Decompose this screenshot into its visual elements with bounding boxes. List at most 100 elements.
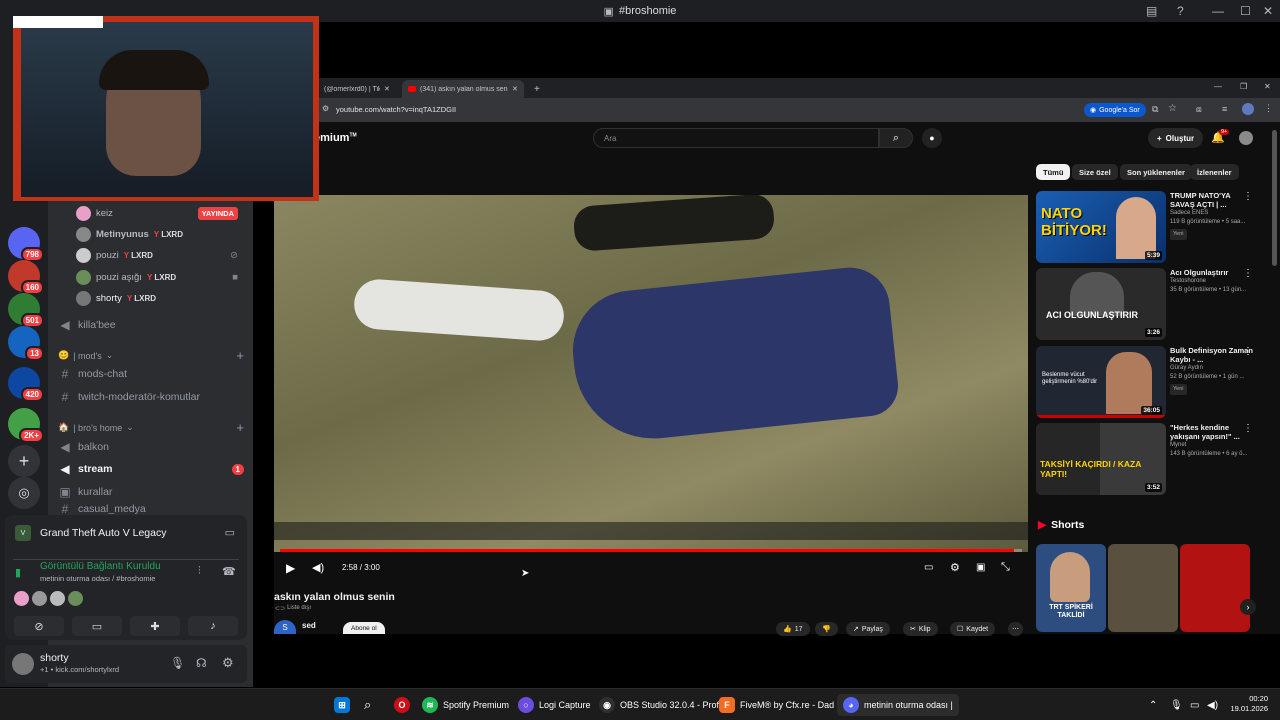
channel-name[interactable]: sed bbox=[302, 621, 316, 630]
site-info-icon[interactable]: ⚙ bbox=[322, 104, 329, 113]
clip-button[interactable]: ✂ Klip bbox=[903, 622, 938, 636]
channel-mods-chat[interactable]: # mods-chat bbox=[58, 364, 248, 384]
channel-casual[interactable]: # casual_medya bbox=[58, 504, 248, 514]
play-button[interactable]: ▶ bbox=[286, 561, 295, 575]
create-button[interactable]: + Oluştur bbox=[1148, 128, 1204, 148]
volume-icon[interactable]: ◀) bbox=[1207, 697, 1218, 713]
close-icon[interactable]: ✕ bbox=[1264, 82, 1271, 91]
google-ask-button[interactable]: ◉ Google'a Sor bbox=[1084, 103, 1146, 117]
noise-suppression-icon[interactable]: ⫶ bbox=[198, 565, 201, 578]
more-icon[interactable]: ⋮ bbox=[1243, 268, 1253, 279]
short-thumbnail[interactable] bbox=[1180, 544, 1250, 632]
tab-youtube[interactable]: (341) askın yalan olmus senin ✕ bbox=[402, 80, 524, 98]
more-icon[interactable]: ⋮ bbox=[1243, 191, 1253, 202]
more-icon[interactable]: ⋮ bbox=[1243, 346, 1253, 357]
avatar[interactable] bbox=[12, 653, 34, 675]
chip-for-you[interactable]: Size özel bbox=[1072, 164, 1118, 180]
username[interactable]: shorty bbox=[40, 652, 69, 664]
maximize-icon[interactable]: ❐ bbox=[1240, 82, 1247, 91]
recommendation-thumbnail[interactable]: ACI OLGUNLAŞTIRIR 3:26 bbox=[1036, 268, 1166, 340]
voice-user[interactable]: shorty Y LXRD bbox=[76, 288, 246, 308]
taskbar-discord[interactable]: ◕ metinin oturma odası | bbox=[837, 694, 959, 716]
minimize-icon[interactable]: — bbox=[1214, 82, 1222, 91]
show-hidden-icons[interactable]: ⌃ bbox=[1149, 697, 1157, 713]
opera-button[interactable]: O bbox=[394, 697, 410, 713]
server-icon[interactable]: 501 bbox=[8, 293, 44, 328]
channel-balkon[interactable]: ◀ balkon bbox=[58, 437, 248, 457]
youtube-logo[interactable]: emiumTM bbox=[314, 132, 357, 144]
screenshare-icon[interactable]: ▭ bbox=[225, 526, 235, 539]
bookmark-star-icon[interactable]: ☆ bbox=[1168, 103, 1177, 114]
profile-avatar[interactable] bbox=[1242, 103, 1254, 115]
like-button[interactable]: 👍 17 bbox=[776, 622, 810, 636]
close-icon[interactable]: ✕ bbox=[1263, 4, 1273, 18]
add-server-icon[interactable]: + bbox=[8, 445, 40, 477]
chip-watched[interactable]: İzlenenler bbox=[1190, 164, 1239, 180]
share-button[interactable]: ↗ Paylaş bbox=[846, 622, 890, 636]
channel-kurallar[interactable]: ▣ kurallar bbox=[58, 482, 248, 502]
search-input[interactable]: Ara bbox=[593, 128, 879, 148]
channel-twitch-mod[interactable]: # twitch-moderatör-komutlar bbox=[58, 387, 248, 407]
account-avatar[interactable] bbox=[1239, 131, 1253, 145]
channel-killabee[interactable]: ◀ killa'bee bbox=[58, 315, 248, 335]
microphone-icon[interactable]: 🎙 bbox=[1170, 697, 1183, 713]
install-icon[interactable]: ⧉ bbox=[1152, 104, 1158, 115]
connection-channel[interactable]: metinin oturma odası / #broshomie bbox=[40, 574, 155, 583]
disconnect-icon[interactable]: ☎ bbox=[222, 565, 236, 578]
soundboard-button[interactable]: ♪ bbox=[188, 616, 238, 636]
short-thumbnail[interactable]: TRT SPİKERİ TAKLİDİ bbox=[1036, 544, 1106, 632]
subscribe-button[interactable]: Abone ol bbox=[343, 622, 385, 634]
minimize-icon[interactable]: — bbox=[1212, 4, 1224, 18]
recommendation-thumbnail[interactable]: Beslenme vücut geliştirmenin %80'dir 36:… bbox=[1036, 346, 1166, 418]
menu-icon[interactable]: ⋮ bbox=[1264, 103, 1273, 114]
search-button[interactable]: ⌕ bbox=[879, 128, 913, 148]
activities-button[interactable]: ✚ bbox=[130, 616, 180, 636]
taskbar-logi[interactable]: ○ Logi Capture bbox=[518, 697, 591, 713]
inbox-icon[interactable]: ▤ bbox=[1146, 4, 1157, 18]
more-icon[interactable]: ⋮ bbox=[1243, 423, 1253, 434]
recommendation-thumbnail[interactable]: NATO BİTİYOR! 5:39 bbox=[1036, 191, 1166, 263]
next-arrow-icon[interactable]: › bbox=[1240, 599, 1256, 615]
volume-icon[interactable]: ◀) bbox=[312, 561, 324, 574]
extensions-icon[interactable]: ⧈ bbox=[1196, 104, 1202, 115]
start-button[interactable]: ⊞ bbox=[334, 697, 350, 713]
miniplayer-icon[interactable]: ▣ bbox=[976, 562, 985, 573]
short-thumbnail[interactable] bbox=[1108, 544, 1178, 632]
more-actions-button[interactable]: ⋯ bbox=[1008, 622, 1023, 636]
voice-user[interactable]: pouzi aşığı Y LXRD ■ bbox=[76, 267, 246, 287]
voice-user[interactable]: keiz YAYINDA bbox=[76, 203, 246, 223]
url-field[interactable]: youtube.com/watch?v=inqTA1ZDGII bbox=[336, 105, 456, 114]
search-button[interactable]: ⌕ bbox=[364, 697, 371, 713]
headphones-icon[interactable]: ☊ bbox=[196, 656, 207, 670]
category-bros-home[interactable]: 🏠 | bro's home ⌄ + bbox=[58, 420, 248, 435]
add-channel-icon[interactable]: + bbox=[236, 348, 244, 363]
taskbar-fivem[interactable]: F FiveM® by Cfx.re - Dad bbox=[719, 697, 834, 713]
microphone-icon[interactable]: 🎙 bbox=[170, 656, 185, 670]
recommendation-thumbnail[interactable]: TAKSİYİ KAÇIRDI / KAZA YAPTI! 3:52 bbox=[1036, 423, 1166, 495]
help-icon[interactable]: ? bbox=[1177, 4, 1184, 18]
chip-recent[interactable]: Son yüklenenler bbox=[1120, 164, 1192, 180]
screenshare-button[interactable]: ▭ bbox=[72, 616, 122, 636]
clock[interactable]: 00:20 19.01.2026 bbox=[1228, 694, 1268, 713]
discover-icon[interactable]: ◎ bbox=[8, 477, 40, 509]
chip-all[interactable]: Tümü bbox=[1036, 164, 1071, 180]
add-channel-icon[interactable]: + bbox=[236, 420, 244, 435]
tab-tiktok[interactable]: (@omerlxrd0) | TikTok✕ bbox=[318, 80, 398, 98]
voice-user[interactable]: pouzi Y LXRD ⊘ bbox=[76, 245, 246, 265]
settings-icon[interactable]: ⚙ bbox=[222, 655, 234, 671]
maximize-icon[interactable]: ☐ bbox=[1240, 4, 1251, 18]
media-icon[interactable]: ≡ bbox=[1222, 104, 1227, 114]
voice-user[interactable]: Metinyunus Y LXRD bbox=[76, 224, 246, 244]
scrollbar[interactable] bbox=[1272, 130, 1277, 266]
new-tab-button[interactable]: + bbox=[528, 80, 546, 98]
subtitles-icon[interactable]: ▭ bbox=[924, 562, 933, 573]
taskbar-obs[interactable]: ◉ OBS Studio 32.0.4 - Prof bbox=[599, 697, 719, 713]
server-icon[interactable]: 798 bbox=[8, 227, 44, 262]
server-icon[interactable]: 2K+ bbox=[8, 408, 44, 443]
channel-stream[interactable]: ◀ stream 1 bbox=[58, 459, 248, 479]
taskbar-spotify[interactable]: ≋ Spotify Premium bbox=[422, 697, 509, 713]
voice-search-button[interactable]: ● bbox=[922, 128, 942, 148]
close-tab-icon[interactable]: ✕ bbox=[512, 85, 518, 93]
connection-status[interactable]: Görüntülü Bağlantı Kuruldu bbox=[40, 561, 161, 572]
video-player[interactable] bbox=[274, 195, 1028, 552]
